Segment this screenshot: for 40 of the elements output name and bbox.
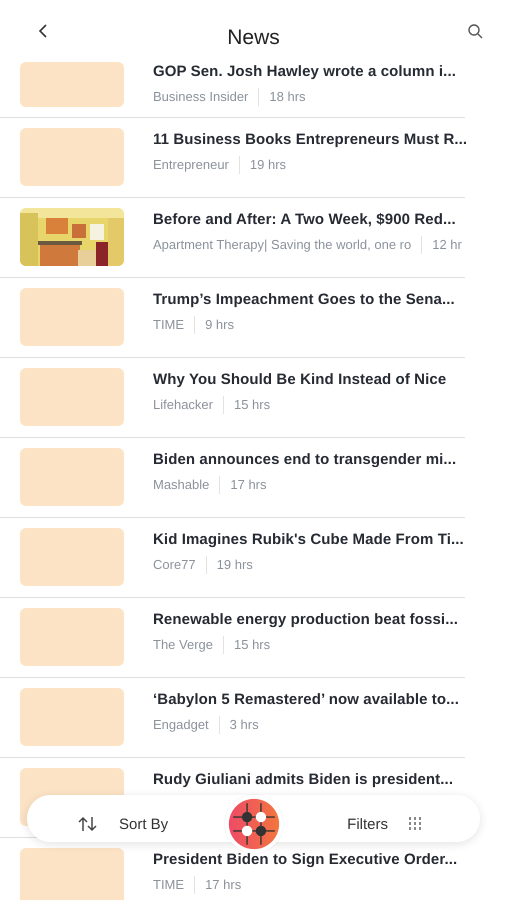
article-title[interactable]: Why You Should Be Kind Instead of Nice xyxy=(153,370,446,390)
article-source: Engadget xyxy=(153,716,209,734)
filters-button[interactable]: Filters xyxy=(347,816,422,832)
article-title[interactable]: Before and After: A Two Week, $900 Red... xyxy=(153,210,462,230)
article-time: 3 hrs xyxy=(230,716,259,734)
article-title[interactable]: President Biden to Sign Executive Order... xyxy=(153,850,458,870)
article-title[interactable]: Trump’s Impeachment Goes to the Sena... xyxy=(153,290,455,310)
article-time: 15 hrs xyxy=(234,636,270,654)
page-title: News xyxy=(226,25,281,50)
article-source: Mashable xyxy=(153,476,210,494)
article-time: 9 hrs xyxy=(205,316,234,334)
search-icon xyxy=(468,24,483,38)
article-title[interactable]: Biden announces end to transgender mi... xyxy=(153,450,456,470)
article-source: Lifehacker xyxy=(153,396,213,414)
article-source: TIME xyxy=(153,316,184,334)
filter-icon xyxy=(408,816,422,832)
article-time: 19 hrs xyxy=(216,556,253,574)
sort-icon xyxy=(77,816,99,832)
article-source: TIME xyxy=(153,876,184,894)
back-icon xyxy=(38,23,48,39)
logo-icon xyxy=(228,798,280,850)
article-time: 17 hrs xyxy=(230,476,267,494)
article-time: 17 hrs xyxy=(205,876,242,894)
article-title[interactable]: GOP Sen. Josh Hawley wrote a column i... xyxy=(153,62,456,82)
article-title[interactable]: Renewable energy production beat fossi... xyxy=(153,610,458,630)
article-source: The Verge xyxy=(153,636,213,654)
article-title[interactable]: Kid Imagines Rubik's Cube Made From Ti... xyxy=(153,530,464,550)
article-time: 15 hrs xyxy=(234,396,270,414)
article-time: 12 hr xyxy=(432,236,462,254)
logo-button[interactable] xyxy=(224,795,282,853)
article-source: Business Insider xyxy=(153,88,248,106)
article-title[interactable]: 11 Business Books Entrepreneurs Must R... xyxy=(153,130,468,150)
article-source: Apartment Therapy| Saving the world, one ro xyxy=(153,236,412,254)
article-time: 18 hrs xyxy=(269,88,306,106)
article-title[interactable]: Rudy Giuliani admits Biden is president... xyxy=(153,770,454,790)
article-title[interactable]: ‘Babylon 5 Remastered’ now available to... xyxy=(153,690,459,710)
article-source: Entrepreneur xyxy=(153,156,229,174)
article-time: 19 hrs xyxy=(250,156,286,174)
sort-button[interactable]: Sort By xyxy=(77,816,168,832)
article-source: Core77 xyxy=(153,556,196,574)
